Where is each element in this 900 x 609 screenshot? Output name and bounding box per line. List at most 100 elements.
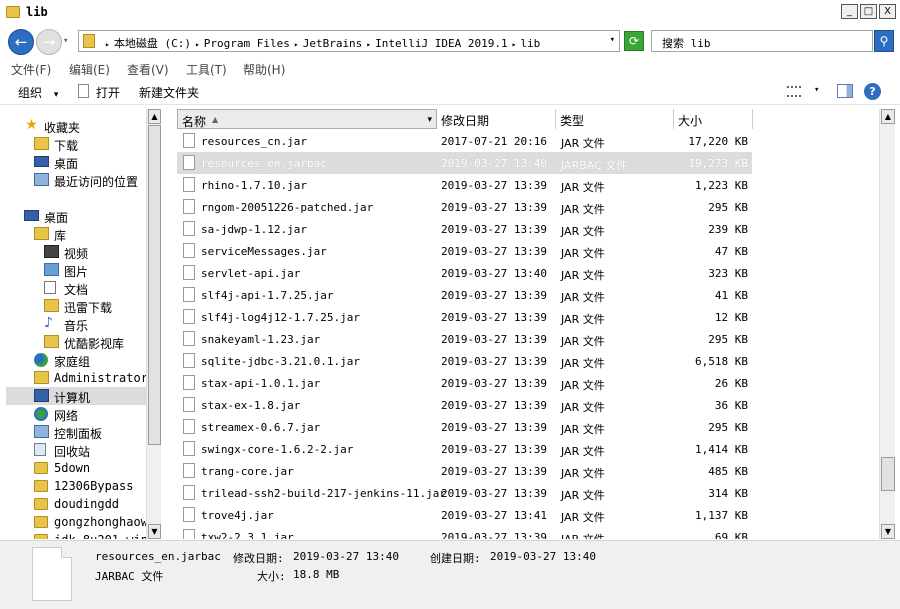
help-icon[interactable]: ? (864, 83, 881, 100)
breadcrumb-item[interactable]: JetBrains (303, 37, 363, 50)
file-row[interactable]: txw2-2.3.1.jar 2019-03-27 13:39 JAR 文件 69 K… (177, 526, 752, 539)
file-row[interactable]: stax-api-1.0.1.jar 2019-03-27 13:39 JAR 文件… (177, 372, 752, 394)
file-row[interactable]: rngom-20051226-patched.jar 2019-03-27 13:… (177, 196, 752, 218)
scroll-down-button[interactable]: ▼ (148, 524, 161, 539)
nav-item[interactable]: 文档 (6, 279, 146, 297)
file-row[interactable]: sqlite-jdbc-3.21.0.1.jar 2019-03-27 13:39… (177, 350, 752, 372)
breadcrumb-separator[interactable]: ▸ (366, 40, 371, 49)
nav-item[interactable]: 桌面 (6, 153, 146, 171)
file-row[interactable]: slf4j-api-1.7.25.jar 2019-03-27 13:39 JAR … (177, 284, 752, 306)
file-row[interactable]: stax-ex-1.8.jar 2019-03-27 13:39 JAR 文件 36 … (177, 394, 752, 416)
nav-item[interactable]: 网络 (6, 405, 146, 423)
folder-icon (6, 6, 20, 18)
preview-pane-icon[interactable] (837, 84, 853, 98)
search-button[interactable]: ⚲ (874, 30, 894, 52)
view-options-icon[interactable] (787, 86, 801, 97)
nav-item[interactable]: 控制面板 (6, 423, 146, 441)
column-name-label: 名称 (182, 115, 207, 129)
file-row[interactable]: slf4j-log4j12-1.7.25.jar 2019-03-27 13:39… (177, 306, 752, 328)
breadcrumb-separator[interactable]: ▸ (512, 40, 517, 49)
file-row[interactable]: resources_cn.jar 2017-07-21 20:16 JAR 文件 17… (177, 130, 752, 152)
column-date[interactable]: 修改日期 (437, 109, 556, 129)
nav-item[interactable]: ♪ 音乐 (6, 315, 146, 333)
scroll-up-button[interactable]: ▲ (148, 109, 161, 124)
nav-item[interactable]: 5down (6, 459, 146, 477)
new-folder-button[interactable]: 新建文件夹 (139, 84, 199, 101)
nav-item[interactable]: 计算机 (6, 387, 146, 405)
file-modified-date: 2019-03-27 13:39 (441, 465, 547, 478)
file-row[interactable]: serviceMessages.jar 2019-03-27 13:39 JAR 文… (177, 240, 752, 262)
column-name[interactable]: 名称 ▲ ▾ (177, 109, 437, 129)
nav-item-label: 视频 (64, 247, 89, 261)
nav-item[interactable]: 12306Bypass (6, 477, 146, 495)
nav-item[interactable]: 图片 (6, 261, 146, 279)
breadcrumb-item[interactable]: lib (520, 37, 540, 50)
file-modified-date: 2017-07-21 20:16 (441, 135, 547, 148)
file-row[interactable]: trilead-ssh2-build-217-jenkins-11.jar 201… (177, 482, 752, 504)
back-button[interactable]: ← (8, 29, 34, 55)
file-name: serviceMessages.jar (201, 245, 327, 258)
file-row[interactable]: resources_en.jarbac 2019-03-27 13:40 JARBA… (177, 152, 752, 174)
menu-help[interactable]: 帮助(H) (243, 61, 285, 78)
nav-item[interactable]: 回收站 (6, 441, 146, 459)
file-row[interactable]: swingx-core-1.6.2-2.jar 2019-03-27 13:39 J… (177, 438, 752, 460)
nav-item[interactable]: ★ 收藏夹 (6, 117, 146, 135)
search-input[interactable]: 搜索 lib (651, 30, 873, 52)
breadcrumb-separator[interactable]: ▸ (195, 40, 200, 49)
file-size: 36 KB (714, 399, 748, 412)
nav-item[interactable]: 视频 (6, 243, 146, 261)
file-list-scrollbar[interactable]: ▲ ▼ (879, 109, 895, 539)
nav-item[interactable]: 最近访问的位置 (6, 171, 146, 189)
network-icon (34, 407, 48, 421)
organize-button[interactable]: 组织 ▾ (18, 84, 58, 101)
column-type[interactable]: 类型 (556, 109, 674, 129)
file-row[interactable]: servlet-api.jar 2019-03-27 13:40 JAR 文件 323… (177, 262, 752, 284)
address-bar[interactable]: ▸ 本地磁盘 (C:) ▸ Program Files ▸ JetBrains ▸ Intel… (78, 30, 620, 52)
refresh-button[interactable]: ⟳ (624, 31, 644, 51)
file-row[interactable]: sa-jdwp-1.12.jar 2019-03-27 13:39 JAR 文件 23… (177, 218, 752, 240)
scroll-thumb[interactable] (881, 457, 895, 491)
menu-view[interactable]: 查看(V) (127, 61, 169, 78)
file-row[interactable]: trang-core.jar 2019-03-27 13:39 JAR 文件 485 … (177, 460, 752, 482)
scroll-up-button[interactable]: ▲ (881, 109, 895, 124)
view-dropdown[interactable]: ▾ (814, 85, 819, 95)
file-size: 295 KB (708, 421, 748, 434)
breadcrumb-item[interactable]: 本地磁盘 (C:) (114, 37, 191, 50)
nav-item[interactable]: 桌面 (6, 207, 146, 225)
nav-item[interactable]: 下载 (6, 135, 146, 153)
scroll-down-button[interactable]: ▼ (881, 524, 895, 539)
maximize-button[interactable]: □ (860, 4, 877, 19)
file-row[interactable]: snakeyaml-1.23.jar 2019-03-27 13:39 JAR 文件… (177, 328, 752, 350)
nav-item[interactable]: doudingdd (6, 495, 146, 513)
column-size[interactable]: 大小 (674, 109, 753, 129)
address-dropdown[interactable]: ▾ (610, 35, 615, 45)
breadcrumb-separator[interactable]: ▸ (294, 40, 299, 49)
nav-item[interactable]: jdk-8u201-windows (6, 531, 146, 539)
menu-edit[interactable]: 编辑(E) (69, 61, 110, 78)
nav-item-label: 控制面板 (54, 427, 103, 441)
open-button[interactable]: 打开 (96, 84, 120, 101)
file-row[interactable]: streamex-0.6.7.jar 2019-03-27 13:39 JAR 文件… (177, 416, 752, 438)
breadcrumb-separator[interactable]: ▸ (105, 40, 110, 49)
nav-item[interactable]: 优酷影视库 (6, 333, 146, 351)
nav-item[interactable]: gongzhonghaowen (6, 513, 146, 531)
menu-file[interactable]: 文件(F) (11, 61, 51, 78)
breadcrumb-item[interactable]: Program Files (204, 37, 290, 50)
nav-item[interactable]: 迅雷下载 (6, 297, 146, 315)
column-filter-dropdown[interactable]: ▾ (427, 115, 432, 125)
file-row[interactable]: trove4j.jar 2019-03-27 13:41 JAR 文件 1,137 K… (177, 504, 752, 526)
breadcrumb-item[interactable]: IntelliJ IDEA 2019.1 (375, 37, 507, 50)
forward-button[interactable]: → (36, 29, 62, 55)
file-name: slf4j-log4j12-1.7.25.jar (201, 311, 360, 324)
recent-pages-dropdown[interactable]: ▾ (63, 36, 68, 46)
menu-tools[interactable]: 工具(T) (186, 61, 227, 78)
nav-item[interactable]: 家庭组 (6, 351, 146, 369)
file-row[interactable]: rhino-1.7.10.jar 2019-03-27 13:39 JAR 文件 1,… (177, 174, 752, 196)
nav-item[interactable]: Administrator (6, 369, 146, 387)
minimize-button[interactable]: _ (841, 4, 858, 19)
close-button[interactable]: X (879, 4, 896, 19)
navigation-scrollbar[interactable]: ▲ ▼ (146, 109, 161, 539)
scroll-thumb[interactable] (148, 125, 161, 445)
desktop-icon (34, 156, 49, 167)
nav-item[interactable]: 库 (6, 225, 146, 243)
